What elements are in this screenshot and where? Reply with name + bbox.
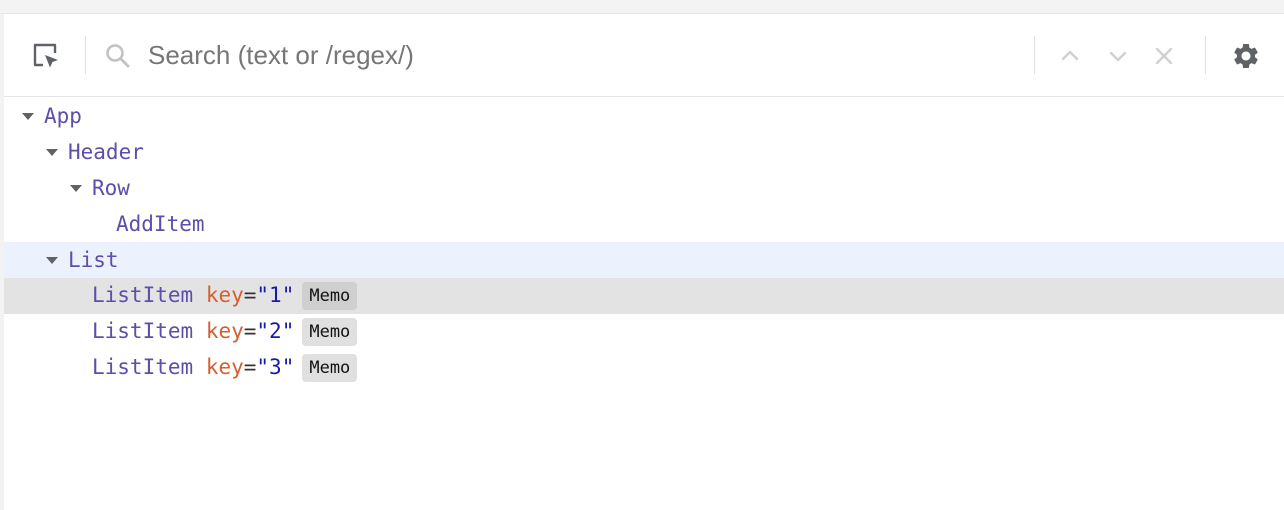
tree-row-row[interactable]: Row [4, 170, 1284, 206]
search-icon [106, 44, 130, 68]
toolbar-divider [1205, 36, 1206, 74]
component-label: ListItem key="3" Memo [92, 354, 358, 382]
memo-badge: Memo [302, 318, 358, 346]
component-name: Row [92, 176, 130, 200]
tree-row-header[interactable]: Header [4, 134, 1284, 170]
memo-badge: Memo [302, 354, 358, 382]
clear-search-button[interactable] [1146, 38, 1182, 74]
component-label: ListItem key="1" Memo [92, 282, 358, 310]
settings-button[interactable] [1226, 36, 1266, 76]
inspect-element-button[interactable] [26, 36, 66, 76]
component-name: ListItem [92, 283, 194, 307]
tree-row-listitem-2[interactable]: ListItem key="2" Memo [4, 314, 1284, 350]
key-attribute-value: "1" [256, 283, 295, 307]
expand-toggle-icon[interactable] [20, 108, 36, 124]
component-name: App [44, 104, 82, 128]
component-label: ListItem key="2" Memo [92, 318, 358, 346]
memo-badge: Memo [302, 282, 358, 310]
key-attribute-value: "2" [256, 319, 295, 343]
component-name: ListItem [92, 355, 194, 379]
next-result-button[interactable] [1100, 38, 1136, 74]
previous-result-button[interactable] [1052, 38, 1088, 74]
tree-row-additem[interactable]: AddItem [4, 206, 1284, 242]
key-attribute-name: key [205, 355, 244, 379]
window-top-strip [0, 0, 1284, 14]
tree-row-list[interactable]: List [4, 242, 1284, 278]
tree-row-listitem-1[interactable]: ListItem key="1" Memo [4, 278, 1284, 314]
tree-row-listitem-3[interactable]: ListItem key="3" Memo [4, 350, 1284, 386]
gear-icon [1234, 43, 1258, 68]
expand-toggle-icon[interactable] [44, 252, 60, 268]
key-equals: = [243, 283, 257, 307]
component-name: ListItem [92, 319, 194, 343]
component-name: Header [68, 140, 144, 164]
toolbar-divider [85, 36, 86, 74]
key-equals: = [243, 319, 257, 343]
tree-row-app[interactable]: App [4, 98, 1284, 134]
chevron-down-icon [1109, 51, 1127, 62]
key-attribute-name: key [205, 319, 244, 343]
close-icon [1155, 47, 1173, 65]
search-input[interactable] [148, 34, 1008, 76]
key-equals: = [243, 355, 257, 379]
component-tree: App Header Row AddItem List ListItem key… [4, 98, 1284, 510]
component-name: List [68, 248, 119, 272]
toolbar-divider [1034, 36, 1035, 74]
chevron-up-icon [1061, 50, 1079, 61]
expand-toggle-icon[interactable] [44, 144, 60, 160]
expand-toggle-icon[interactable] [68, 180, 84, 196]
component-name: AddItem [116, 212, 205, 236]
components-toolbar [4, 14, 1284, 97]
key-attribute-name: key [205, 283, 244, 307]
inspect-element-icon [33, 43, 58, 68]
key-attribute-value: "3" [256, 355, 295, 379]
